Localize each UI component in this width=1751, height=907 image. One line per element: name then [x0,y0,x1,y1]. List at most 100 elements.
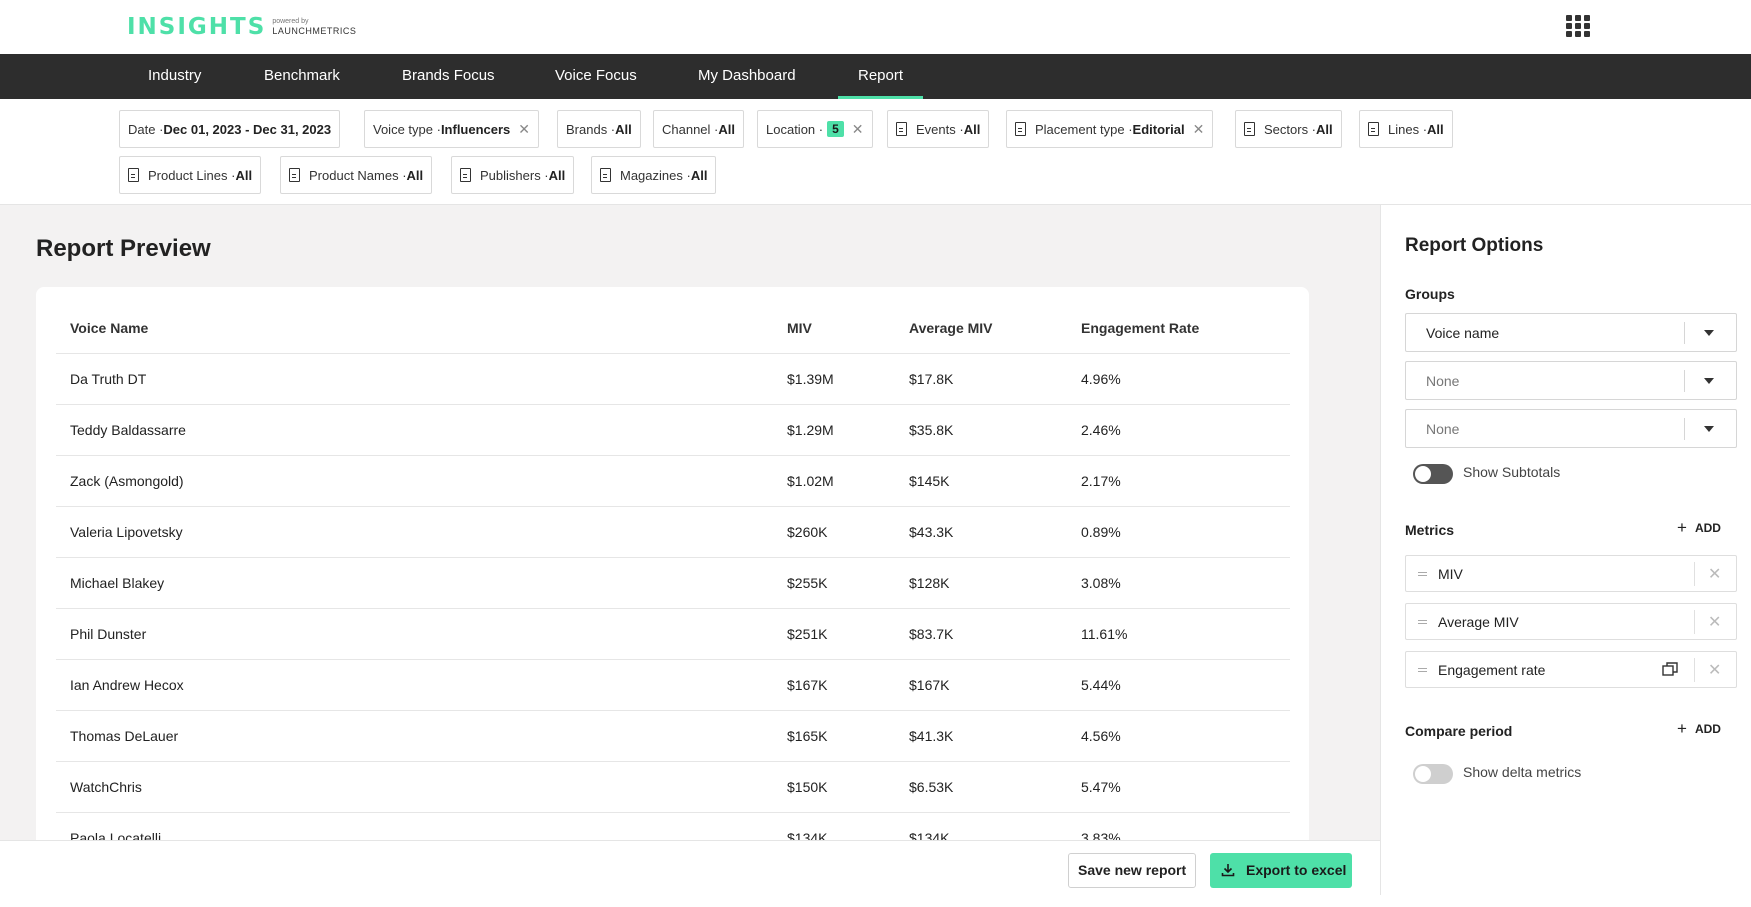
filter-events-label: Events · [916,121,964,137]
report-options-panel: Report Options Groups Voice name None No… [1380,205,1751,895]
filter-lines[interactable]: Lines · All [1359,110,1453,148]
close-icon[interactable]: ✕ [1193,121,1205,138]
drag-handle-icon[interactable] [1418,668,1427,672]
metric-label: Average MIV [1438,614,1519,630]
filter-date[interactable]: Date · Dec 01, 2023 - Dec 31, 2023 [119,110,341,148]
cell-average-miv: $128K [909,575,950,591]
filter-magazines[interactable]: Magazines · All [591,156,717,194]
comparison-icon[interactable] [1662,662,1678,677]
group-select-3[interactable]: None [1405,409,1737,448]
show-subtotals-toggle[interactable] [1413,464,1453,484]
column-header-voice-name[interactable]: Voice Name [70,320,148,336]
drag-handle-icon[interactable] [1418,620,1427,624]
nav-industry[interactable]: Industry [128,54,221,99]
drag-handle-icon[interactable] [1418,572,1427,576]
app-grid-icon[interactable] [1566,15,1590,37]
table-row: Zack (Asmongold) $1.02M $145K 2.17% [56,455,1290,506]
logo-powered-by-text: powered by [272,18,309,25]
filter-product-lines[interactable]: Product Lines · All [119,156,262,194]
metric-item: Engagement rate ✕ [1405,651,1737,688]
filter-events[interactable]: Events · All [887,110,990,148]
close-icon[interactable]: ✕ [1708,660,1721,680]
table-row: Valeria Lipovetsky $260K $43.3K 0.89% [56,506,1290,557]
add-metric-button[interactable]: + ADD [1677,518,1721,538]
filter-publishers[interactable]: Publishers · All [451,156,575,194]
filter-product-names[interactable]: Product Names · All [280,156,433,194]
metric-label: Engagement rate [1438,662,1546,678]
cell-miv: $167K [787,677,828,693]
metric-item: MIV ✕ [1405,555,1737,592]
table-row: Teddy Baldassarre $1.29M $35.8K 2.46% [56,404,1290,455]
select-divider [1684,418,1685,440]
insights-logo[interactable]: INSIGHTS powered by LAUNCHMETRICS [127,14,356,40]
column-header-engagement-rate[interactable]: Engagement Rate [1081,320,1199,336]
chevron-down-icon[interactable] [1704,330,1714,336]
nav-my-dashboard[interactable]: My Dashboard [678,54,816,99]
chevron-down-icon[interactable] [1704,426,1714,432]
nav-report[interactable]: Report [838,54,924,99]
table-row: Thomas DeLauer $165K $41.3K 4.56% [56,710,1290,761]
cell-voice-name: Ian Andrew Hecox [70,677,184,693]
filter-events-value: All [963,121,981,137]
filter-lines-label: Lines · [1388,121,1428,137]
nav-brands-focus[interactable]: Brands Focus [382,54,515,99]
cell-average-miv: $43.3K [909,524,954,540]
metric-item: Average MIV ✕ [1405,603,1737,640]
filter-date-label: Date · [128,121,164,137]
select-divider [1684,370,1685,392]
filter-brands[interactable]: Brands · All [557,110,641,148]
cell-engagement-rate: 2.46% [1081,422,1121,438]
filter-brands-label: Brands · [566,121,616,137]
nav-benchmark[interactable]: Benchmark [244,54,360,99]
filter-publishers-value: All [548,167,566,183]
nav-voice-focus[interactable]: Voice Focus [535,54,657,99]
show-delta-metrics-toggle[interactable] [1413,764,1453,784]
group-select-value: None [1426,421,1460,437]
cell-engagement-rate: 0.89% [1081,524,1121,540]
plus-icon: + [1677,719,1687,738]
add-metric-label: ADD [1694,521,1721,535]
cell-miv: $251K [787,626,828,642]
cell-average-miv: $17.8K [909,371,954,387]
filter-channel[interactable]: Channel · All [653,110,744,148]
cell-average-miv: $145K [909,473,950,489]
metric-divider [1694,658,1695,682]
cell-average-miv: $41.3K [909,728,954,744]
logo-wordmark: INSIGHTS [127,14,267,40]
filter-placement-type[interactable]: Placement type · Editorial ✕ [1006,110,1214,148]
column-header-miv[interactable]: MIV [787,320,812,336]
cell-voice-name: Da Truth DT [70,371,147,387]
column-header-average-miv[interactable]: Average MIV [909,320,993,336]
cell-engagement-rate: 11.61% [1081,626,1128,642]
group-select-1[interactable]: Voice name [1405,313,1737,352]
filter-publishers-label: Publishers · [480,167,549,183]
cell-voice-name: Valeria Lipovetsky [70,524,183,540]
metric-label: MIV [1438,566,1463,582]
filter-sectors[interactable]: Sectors · All [1235,110,1342,148]
filter-placement-label: Placement type · [1035,121,1133,137]
filter-voice-type-value: Influencers [440,121,511,137]
group-select-2[interactable]: None [1405,361,1737,400]
table-row: Michael Blakey $255K $128K 3.08% [56,557,1290,608]
cell-voice-name: Zack (Asmongold) [70,473,184,489]
export-to-excel-button[interactable]: Export to excel [1210,853,1352,888]
report-options-title: Report Options [1405,235,1544,256]
top-header: INSIGHTS powered by LAUNCHMETRICS [0,0,1751,54]
table-row: WatchChris $150K $6.53K 5.47% [56,761,1290,812]
chevron-down-icon[interactable] [1704,378,1714,384]
save-new-report-button[interactable]: Save new report [1068,853,1197,888]
close-icon[interactable]: ✕ [518,121,530,138]
table-row: Ian Andrew Hecox $167K $167K 5.44% [56,659,1290,710]
cell-engagement-rate: 4.56% [1081,728,1121,744]
cell-miv: $150K [787,779,828,795]
document-icon [128,168,139,182]
close-icon[interactable]: ✕ [852,121,864,138]
filter-product-names-label: Product Names · [309,167,407,183]
add-compare-period-button[interactable]: + ADD [1677,719,1721,739]
close-icon[interactable]: ✕ [1708,612,1721,632]
cell-miv: $165K [787,728,828,744]
filter-location[interactable]: Location · 5 ✕ [757,110,873,148]
cell-engagement-rate: 5.47% [1081,779,1121,795]
close-icon[interactable]: ✕ [1708,564,1721,584]
filter-voice-type[interactable]: Voice type · Influencers ✕ [364,110,540,148]
